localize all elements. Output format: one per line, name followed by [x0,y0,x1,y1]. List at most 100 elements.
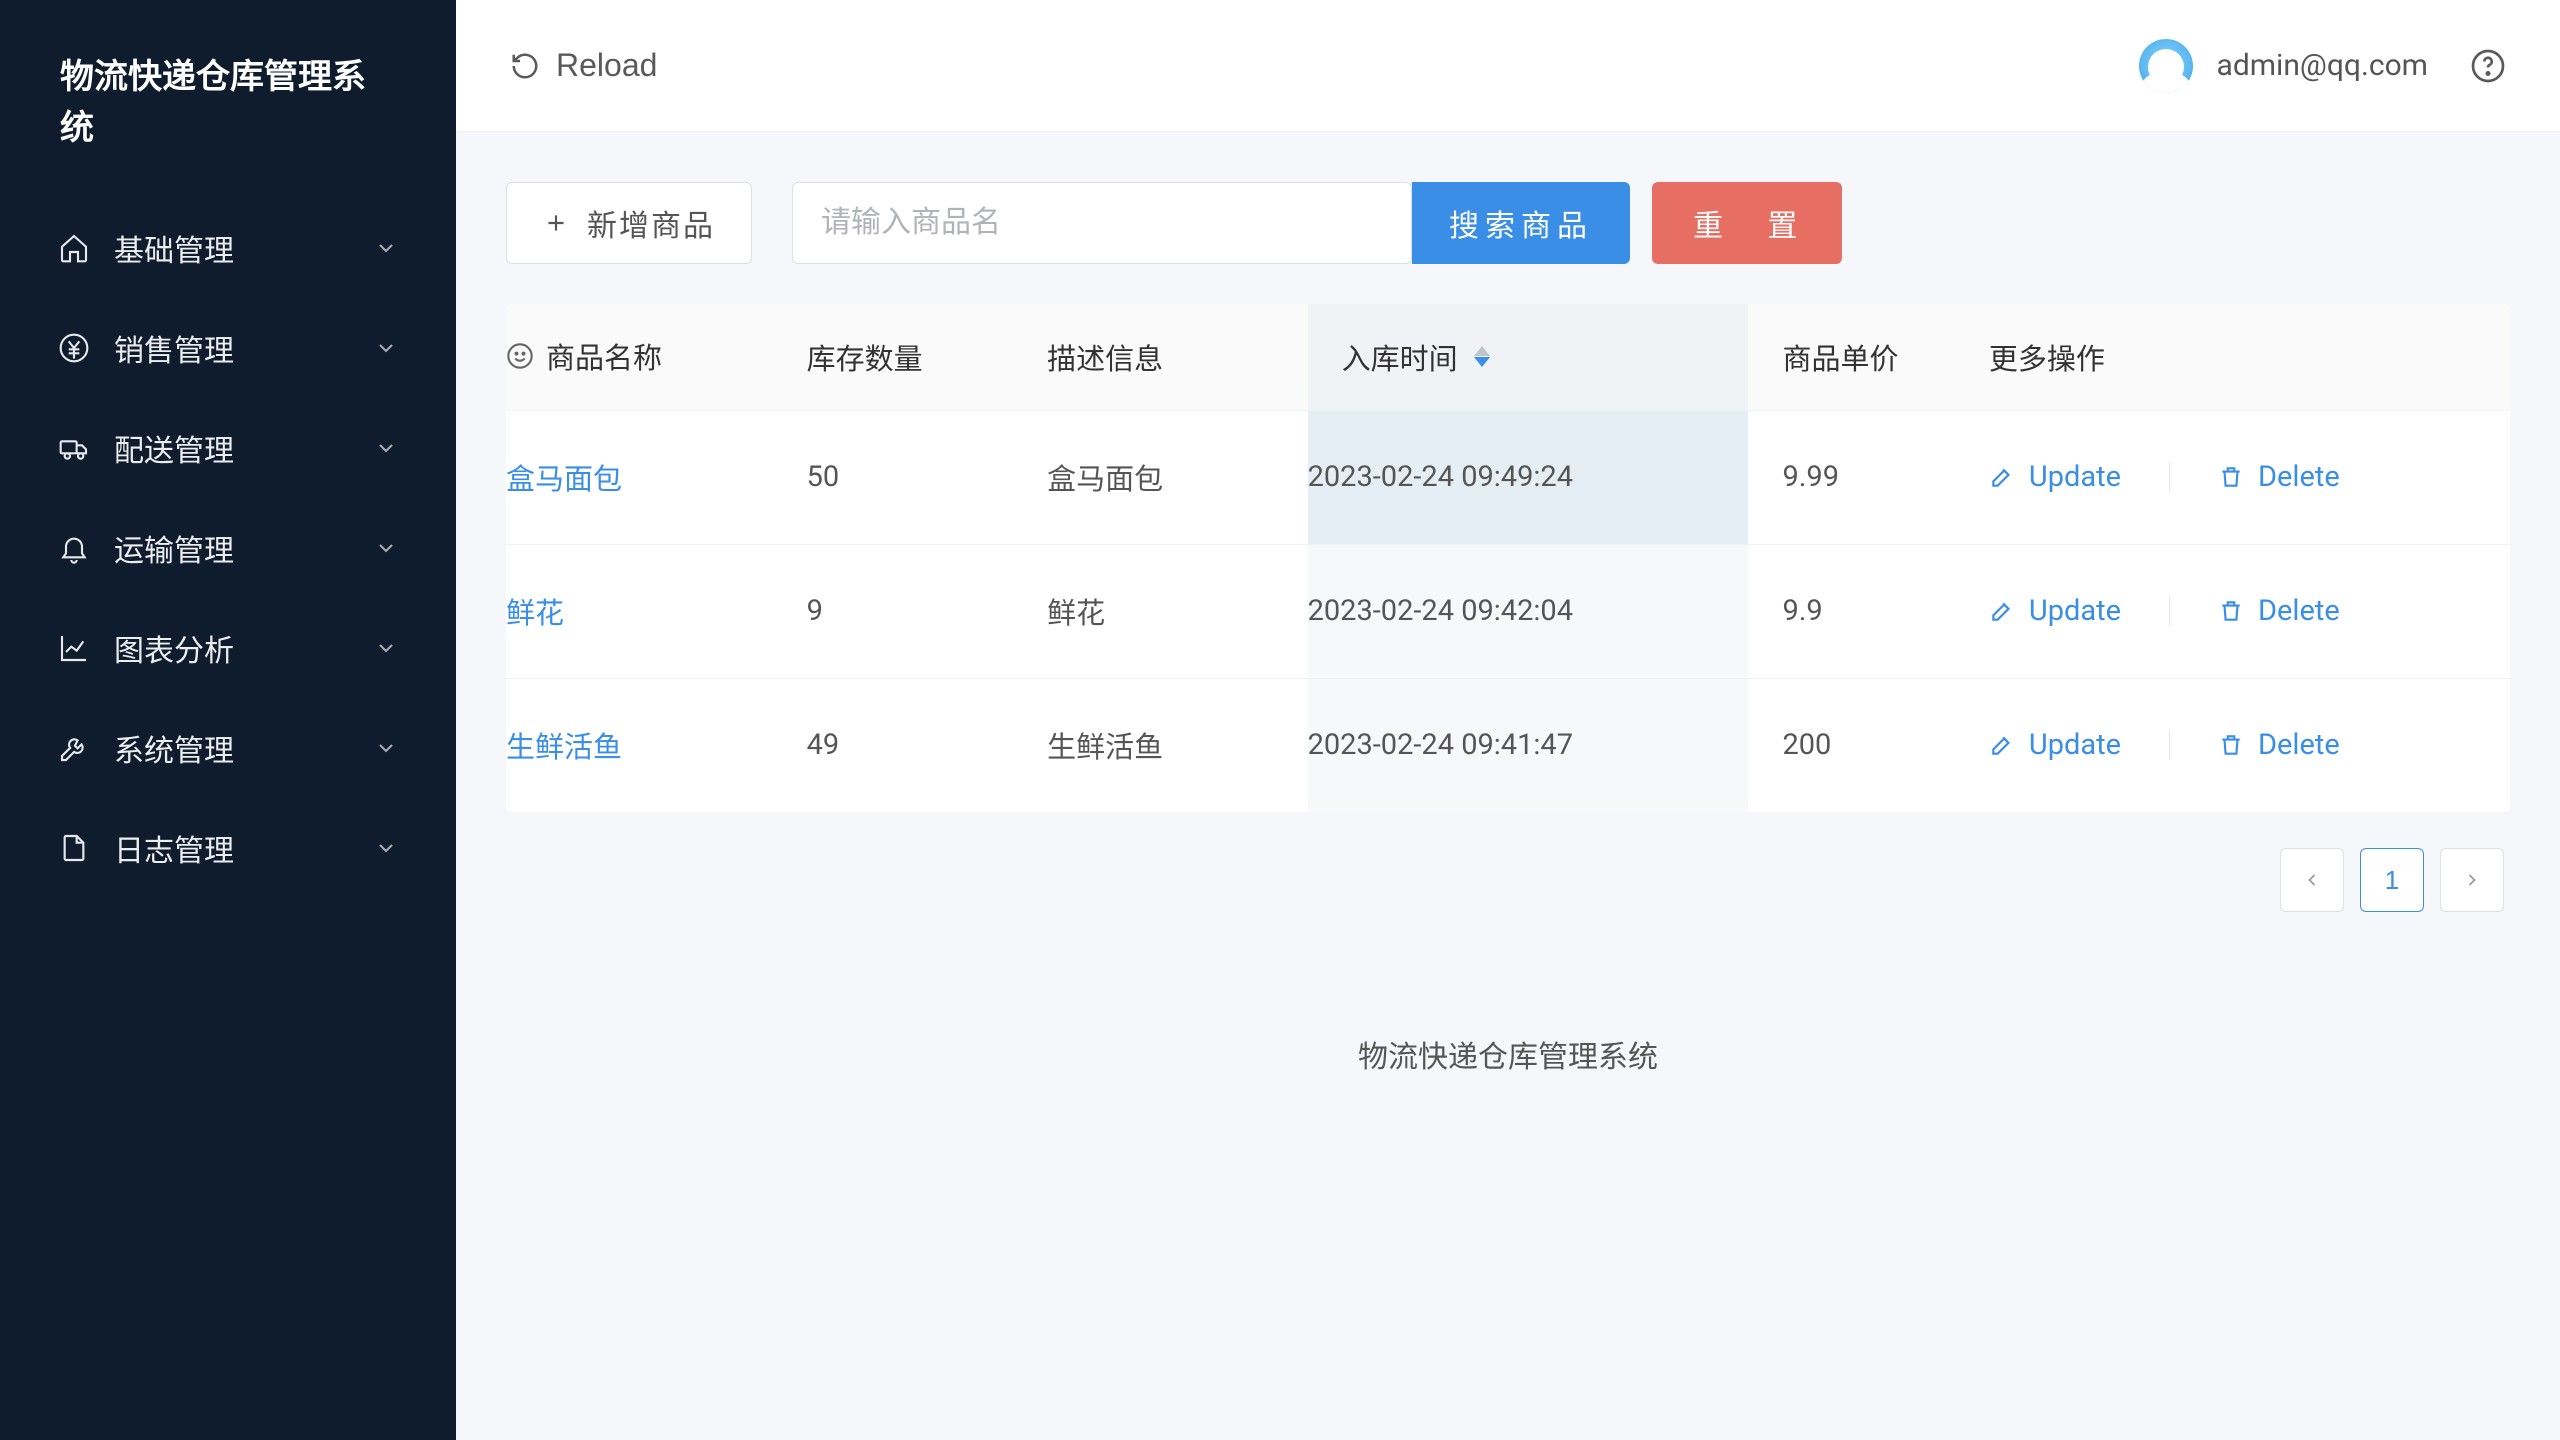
reload-icon [510,51,540,81]
chevron-down-icon [374,736,398,760]
delete-button[interactable]: Delete [2218,728,2340,762]
time-cell: 2023-02-24 09:41:47 [1308,728,1573,762]
file-icon [58,832,90,864]
sidebar-item-logs[interactable]: 日志管理 [0,798,456,898]
avatar [2139,39,2193,93]
update-label: Update [2029,460,2121,494]
reload-button[interactable]: Reload [510,47,657,84]
sidebar-item-label: 运输管理 [114,526,374,570]
chevron-down-icon [374,836,398,860]
reset-button[interactable]: 重 置 [1652,182,1842,264]
stock-cell: 50 [807,460,840,494]
desc-cell: 生鲜活鱼 [1047,731,1163,765]
content: 新增商品 搜索商品 重 置 [456,132,2560,1096]
update-button[interactable]: Update [1989,460,2121,494]
col-price: 商品单价 [1782,343,1898,377]
table-row: 生鲜活鱼 49 生鲜活鱼 2023-02-24 09:41:47 200 Upd… [506,678,2510,812]
table-row: 盒马面包 50 盒马面包 2023-02-24 09:49:24 9.99 Up… [506,410,2510,544]
update-label: Update [2029,594,2121,628]
sidebar-item-transport[interactable]: 运输管理 [0,498,456,598]
col-time-sort[interactable]: 入库时间 [1308,336,1749,378]
stock-cell: 9 [807,594,823,628]
yen-icon [58,332,90,364]
wrench-icon [58,732,90,764]
trash-icon [2218,464,2244,490]
chevron-down-icon [374,536,398,560]
product-name-link[interactable]: 生鲜活鱼 [506,731,622,765]
edit-icon [1989,598,2015,624]
divider [2169,462,2170,492]
update-button[interactable]: Update [1989,728,2121,762]
price-cell: 9.9 [1782,594,1822,628]
product-name-link[interactable]: 鲜花 [506,597,564,631]
desc-cell: 鲜花 [1047,597,1105,631]
sidebar-item-label: 基础管理 [114,226,374,270]
time-cell: 2023-02-24 09:49:24 [1308,460,1573,494]
main: Reload admin@qq.com 新增商品 [456,0,2560,1440]
update-button[interactable]: Update [1989,594,2121,628]
search-button-label: 搜索商品 [1449,201,1593,245]
delete-label: Delete [2258,594,2340,628]
pager-page-1[interactable]: 1 [2360,848,2424,912]
user-email: admin@qq.com [2217,48,2428,83]
pager-prev[interactable] [2280,848,2344,912]
delete-button[interactable]: Delete [2218,460,2340,494]
sidebar-item-delivery[interactable]: 配送管理 [0,398,456,498]
sidebar-menu: 基础管理 销售管理 配送管理 [0,198,456,898]
col-time: 入库时间 [1342,336,1458,378]
product-table: 商品名称 库存数量 描述信息 入库时间 [506,304,2510,812]
col-desc: 描述信息 [1047,343,1163,377]
chevron-down-icon [374,336,398,360]
smile-icon [506,342,534,370]
edit-icon [1989,464,2015,490]
search-button[interactable]: 搜索商品 [1412,182,1630,264]
chevron-right-icon [2462,870,2482,890]
action-bar: 新增商品 搜索商品 重 置 [506,182,2510,264]
trash-icon [2218,598,2244,624]
delete-button[interactable]: Delete [2218,594,2340,628]
edit-icon [1989,732,2015,758]
sidebar-item-sales[interactable]: 销售管理 [0,298,456,398]
sidebar-item-label: 日志管理 [114,826,374,870]
sidebar-item-basic[interactable]: 基础管理 [0,198,456,298]
app-title: 物流快递仓库管理系统 [0,0,456,198]
chart-icon [58,632,90,664]
pager-next[interactable] [2440,848,2504,912]
delete-label: Delete [2258,728,2340,762]
col-stock: 库存数量 [807,343,923,377]
sidebar-item-label: 配送管理 [114,426,374,470]
sidebar: 物流快递仓库管理系统 基础管理 销售管理 [0,0,456,1440]
search-input[interactable] [792,182,1412,264]
pager-current: 1 [2385,865,2399,896]
sidebar-item-label: 图表分析 [114,626,374,670]
divider [2169,730,2170,760]
user-area[interactable]: admin@qq.com [2139,39,2428,93]
home-icon [58,232,90,264]
add-product-label: 新增商品 [587,201,715,245]
sidebar-item-charts[interactable]: 图表分析 [0,598,456,698]
bell-icon [58,532,90,564]
desc-cell: 盒马面包 [1047,463,1163,497]
product-name-link[interactable]: 盒马面包 [506,463,622,497]
reload-label: Reload [556,47,657,84]
price-cell: 200 [1782,728,1831,762]
header: Reload admin@qq.com [456,0,2560,132]
plus-icon [543,210,569,236]
help-icon[interactable] [2470,48,2506,84]
divider [2169,596,2170,626]
update-label: Update [2029,728,2121,762]
sidebar-item-system[interactable]: 系统管理 [0,698,456,798]
delete-label: Delete [2258,460,2340,494]
stock-cell: 49 [807,728,840,762]
col-ops: 更多操作 [1989,343,2105,377]
table-row: 鲜花 9 鲜花 2023-02-24 09:42:04 9.9 Update D… [506,544,2510,678]
chevron-down-icon [374,436,398,460]
add-product-button[interactable]: 新增商品 [506,182,752,264]
reset-button-label: 重 置 [1693,201,1815,245]
pagination: 1 [506,848,2510,912]
sort-icon [1474,346,1490,367]
sidebar-item-label: 系统管理 [114,726,374,770]
trash-icon [2218,732,2244,758]
footer-text: 物流快递仓库管理系统 [506,1032,2510,1076]
price-cell: 9.99 [1782,460,1839,494]
